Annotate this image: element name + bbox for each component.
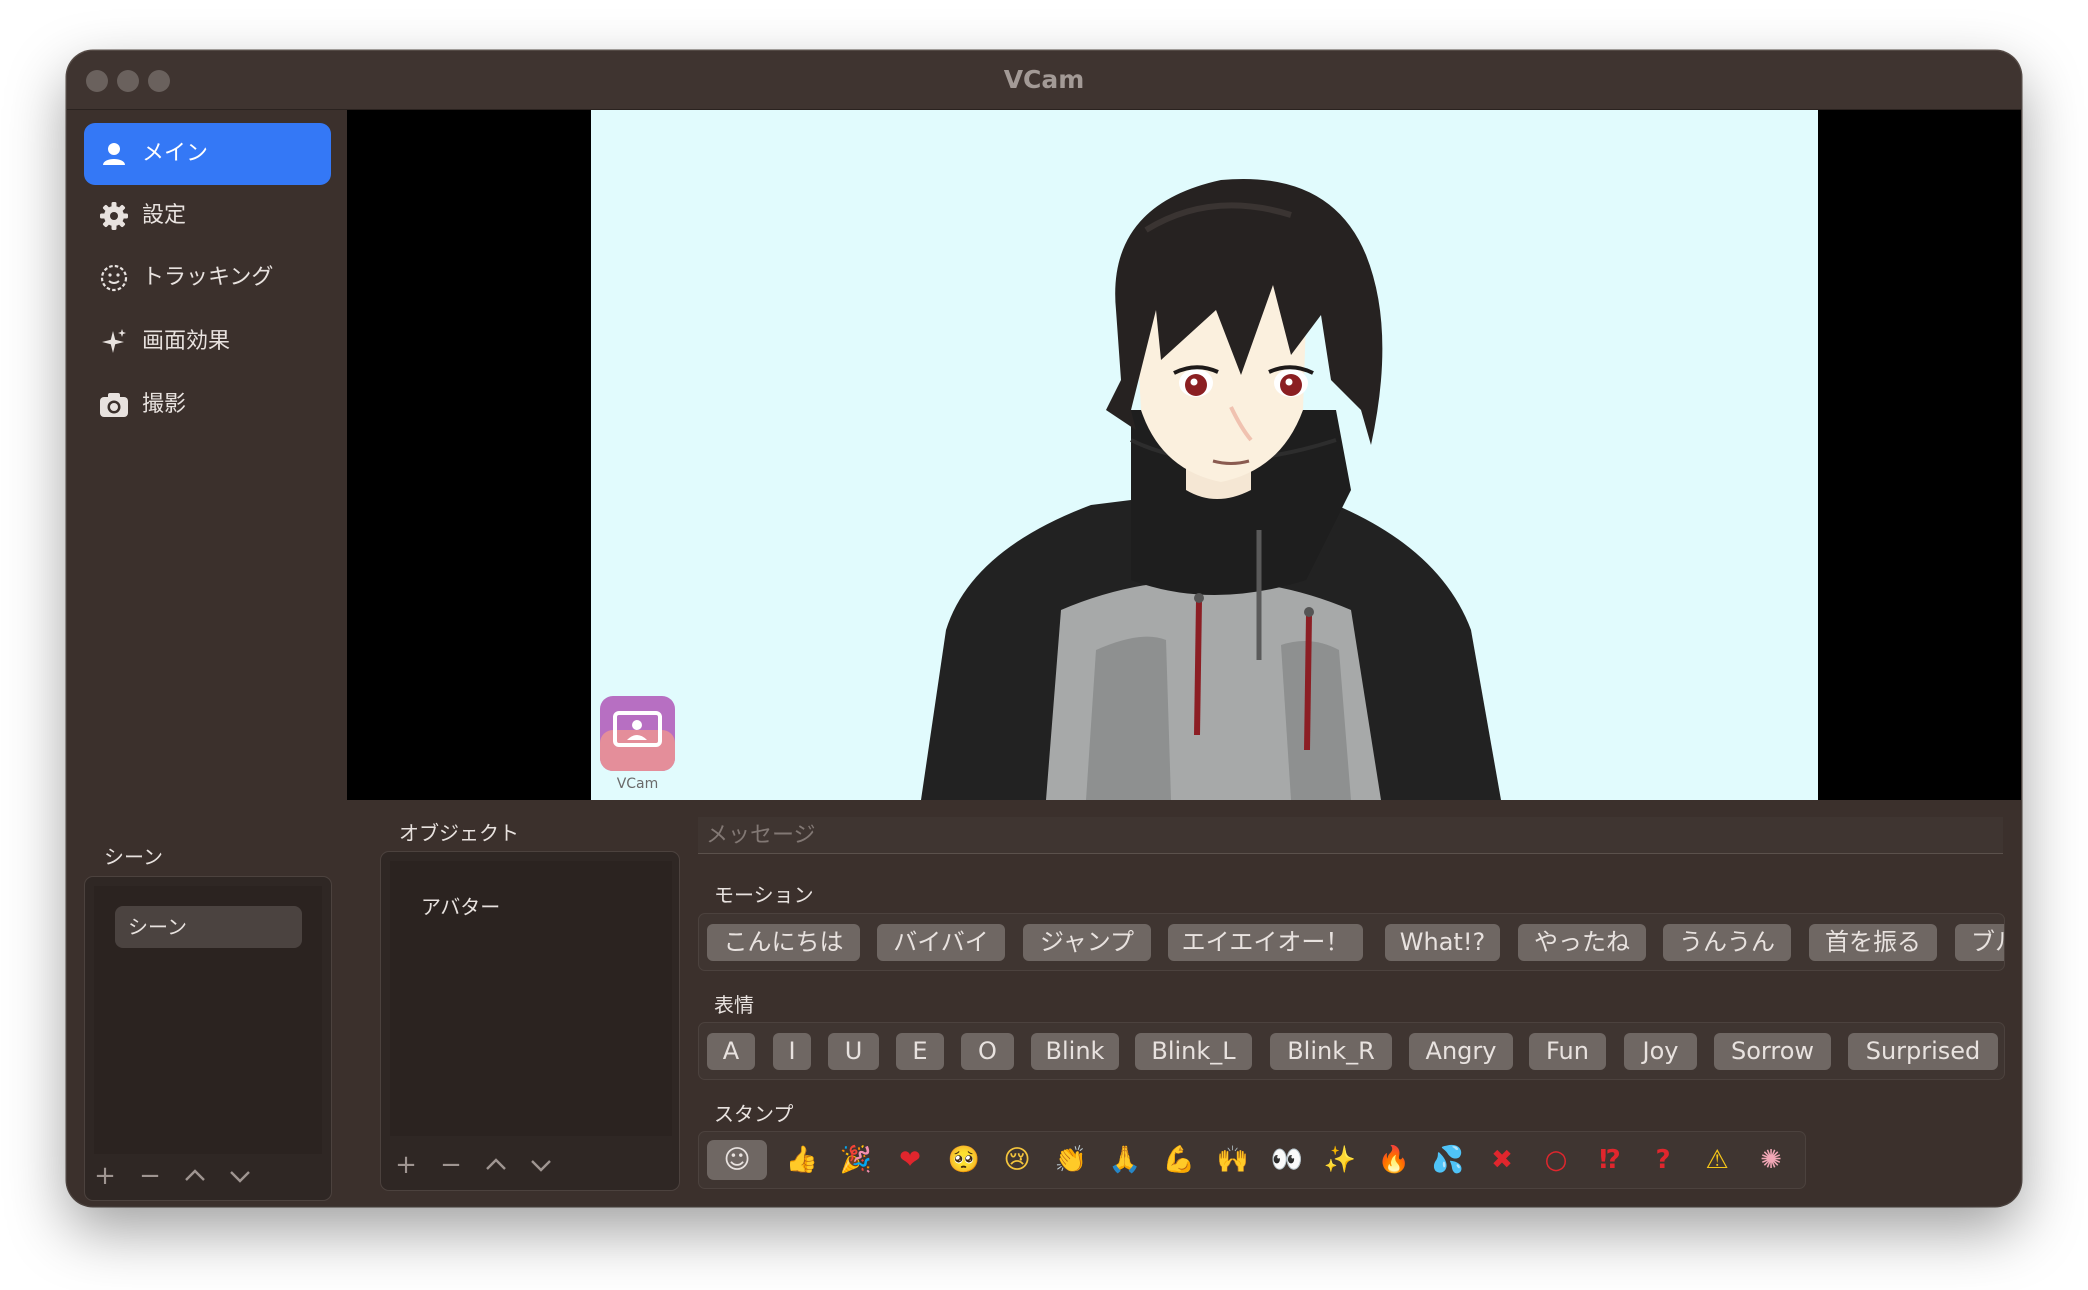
objects-section-title: オブジェクト (399, 821, 519, 845)
expression-button[interactable]: Angry (1409, 1033, 1513, 1070)
expression-section-title: 表情 (714, 993, 754, 1017)
expression-button[interactable]: Joy (1624, 1033, 1697, 1070)
smiley-face-icon[interactable]: ☺ (717, 1140, 757, 1180)
exclamation-question-icon[interactable]: ⁉ (1590, 1140, 1630, 1180)
scene-list-item[interactable]: シーン (115, 906, 302, 948)
wow-burst-icon[interactable]: ✺ (1751, 1140, 1791, 1180)
sweat-droplets-icon[interactable]: 💦 (1428, 1140, 1468, 1180)
expression-button[interactable]: Surprised (1848, 1033, 1998, 1070)
control-panel: オブジェクト アバター + − メッセージ モーション こんにちは バイバイ ジ… (363, 800, 2021, 1206)
sidebar-item-main[interactable]: メイン (84, 123, 331, 185)
objects-controls: + − (394, 1152, 553, 1183)
crying-face-icon[interactable]: 😢 (997, 1140, 1037, 1180)
folded-hands-icon[interactable]: 🙏 (1105, 1140, 1145, 1180)
question-mark-icon[interactable]: ? (1643, 1140, 1683, 1180)
sparkles-icon[interactable]: ✨ (1320, 1140, 1360, 1180)
chevron-up-icon (185, 1169, 205, 1181)
window-title: VCam (1003, 65, 1085, 94)
motion-button[interactable]: うんうん (1663, 924, 1791, 961)
smiley-face-icon (100, 264, 128, 292)
motion-button[interactable]: やったね (1518, 924, 1646, 961)
title-bar: VCam (67, 51, 2021, 110)
object-list-item[interactable]: アバター (421, 891, 500, 920)
motion-button[interactable]: 首を振る (1809, 924, 1937, 961)
gear-icon (100, 202, 128, 230)
expression-button[interactable]: Blink_R (1270, 1033, 1392, 1070)
expression-button[interactable]: E (896, 1033, 944, 1070)
stamp-button-group: ☺ 👍 🎉 ❤ 🥺 😢 👏 🙏 💪 🙌 👀 ✨ 🔥 💦 ✖ ○ ⁉ ? ⚠ ✺ (698, 1131, 1806, 1189)
remove-object-button[interactable]: − (439, 1152, 463, 1183)
avatar-image (600, 178, 1501, 800)
clapping-hands-icon[interactable]: 👏 (1051, 1140, 1091, 1180)
sidebar: メイン 設定 トラッキング 画面効果 撮影 シーン シーン + − (67, 110, 347, 1206)
expression-button[interactable]: U (828, 1033, 879, 1070)
scene-list: シーン (94, 886, 322, 1154)
circle-icon[interactable]: ○ (1536, 1140, 1576, 1180)
sidebar-item-screen-effects[interactable]: 画面効果 (84, 311, 331, 373)
expression-button[interactable]: Blink (1031, 1033, 1119, 1070)
expression-button[interactable]: A (707, 1033, 755, 1070)
stamps-section-title: スタンプ (714, 1102, 794, 1126)
motion-button[interactable]: What!? (1385, 924, 1500, 961)
expression-button[interactable]: Fun (1529, 1033, 1606, 1070)
motion-button[interactable]: ブル (1955, 924, 2004, 961)
warning-icon[interactable]: ⚠ (1697, 1140, 1737, 1180)
preview-area: VCam (347, 110, 2021, 800)
message-input[interactable]: メッセージ (698, 817, 2003, 854)
fire-icon[interactable]: 🔥 (1374, 1140, 1414, 1180)
chevron-down-icon (531, 1160, 551, 1172)
sidebar-item-label: 撮影 (142, 392, 187, 417)
sidebar-item-label: メイン (142, 141, 209, 166)
cross-mark-icon[interactable]: ✖ (1482, 1140, 1522, 1180)
move-scene-down-button[interactable] (228, 1163, 252, 1194)
scene-panel: シーン + − (84, 876, 332, 1201)
motion-button[interactable]: エイエイオー！ (1168, 924, 1363, 961)
flexed-biceps-icon[interactable]: 💪 (1159, 1140, 1199, 1180)
party-popper-icon[interactable]: 🎉 (836, 1140, 876, 1180)
eyes-icon[interactable]: 👀 (1267, 1140, 1307, 1180)
app-window: VCam メイン 設定 トラッキング 画面効果 撮影 シーン シーン + − V… (67, 51, 2021, 1206)
scene-controls: + − (93, 1163, 252, 1194)
motion-button[interactable]: ジャンプ (1023, 924, 1151, 961)
chevron-up-icon (486, 1158, 506, 1170)
expression-button[interactable]: O (961, 1033, 1014, 1070)
sidebar-item-capture[interactable]: 撮影 (84, 374, 331, 436)
sidebar-item-label: トラッキング (142, 265, 274, 290)
sparkles-icon (102, 329, 126, 353)
expression-button-group: A I U E O Blink Blink_L Blink_R Angry Fu… (698, 1022, 2005, 1080)
expression-button[interactable]: Sorrow (1714, 1033, 1831, 1070)
remove-scene-button[interactable]: − (138, 1163, 162, 1194)
thumbs-up-icon[interactable]: 👍 (782, 1140, 822, 1180)
move-object-up-button[interactable] (484, 1152, 508, 1183)
move-object-down-button[interactable] (529, 1152, 553, 1183)
sidebar-item-tracking[interactable]: トラッキング (84, 247, 331, 309)
camera-icon (100, 393, 128, 417)
sidebar-item-label: 設定 (142, 203, 187, 228)
vcam-watermark-logo (600, 696, 675, 771)
motion-section-title: モーション (714, 883, 814, 907)
raising-hands-icon[interactable]: 🙌 (1213, 1140, 1253, 1180)
sidebar-item-label: 画面効果 (142, 329, 231, 354)
add-object-button[interactable]: + (394, 1152, 418, 1183)
pleading-face-icon[interactable]: 🥺 (944, 1140, 984, 1180)
heart-icon[interactable]: ❤ (890, 1140, 930, 1180)
objects-panel: アバター + − (380, 851, 680, 1191)
move-scene-up-button[interactable] (183, 1163, 207, 1194)
avatar-stage: VCam (591, 110, 1818, 800)
add-scene-button[interactable]: + (93, 1163, 117, 1194)
person-icon (103, 143, 125, 165)
scene-section-title: シーン (104, 845, 163, 869)
expression-button[interactable]: Blink_L (1135, 1033, 1252, 1070)
motion-button-group: こんにちは バイバイ ジャンプ エイエイオー！ What!? やったね うんうん… (698, 913, 2005, 971)
sidebar-item-settings[interactable]: 設定 (84, 185, 331, 247)
motion-button[interactable]: こんにちは (707, 924, 860, 961)
motion-button[interactable]: バイバイ (877, 924, 1005, 961)
objects-list: アバター (390, 861, 672, 1136)
expression-button[interactable]: I (773, 1033, 811, 1070)
chevron-down-icon (230, 1171, 250, 1183)
watermark-label: VCam (616, 776, 659, 792)
